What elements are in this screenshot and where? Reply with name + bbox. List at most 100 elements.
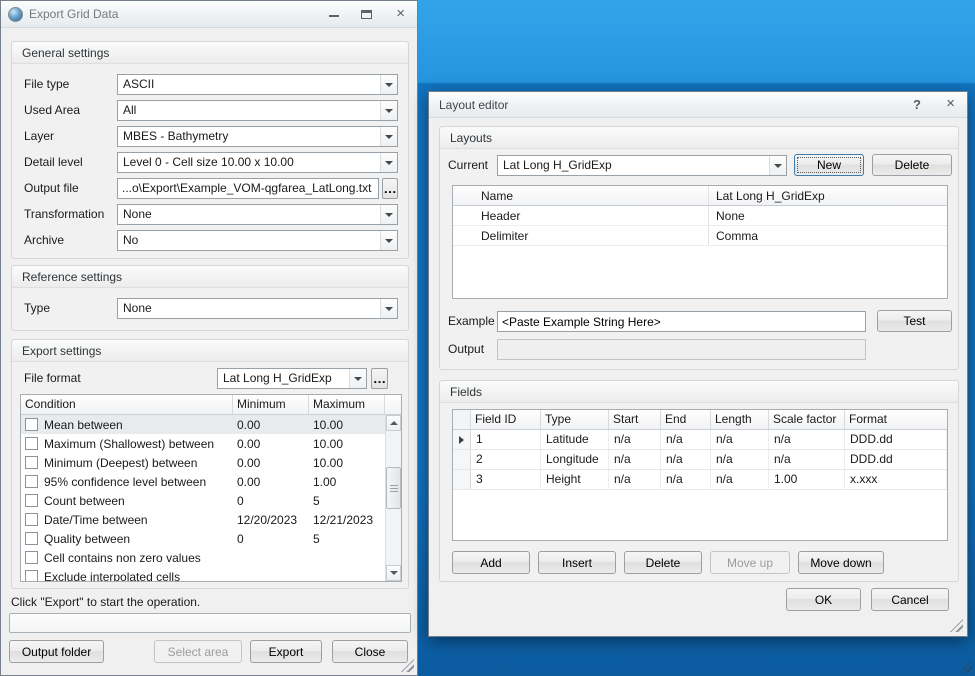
minimize-icon[interactable] xyxy=(329,15,339,17)
condition-min: 0.00 xyxy=(233,418,309,432)
archive-dropdown[interactable]: No xyxy=(117,230,398,251)
add-field-button[interactable]: Add xyxy=(452,551,530,574)
condition-max: 1.00 xyxy=(309,475,385,489)
checkbox[interactable] xyxy=(25,418,38,431)
condition-max: 10.00 xyxy=(309,456,385,470)
delete-field-button[interactable]: Delete xyxy=(624,551,702,574)
checkbox[interactable] xyxy=(25,513,38,526)
example-input[interactable] xyxy=(497,311,866,332)
condition-row-interpolated[interactable]: Exclude interpolated cells xyxy=(21,567,385,581)
chevron-down-icon xyxy=(380,205,397,224)
close-button-label: Close xyxy=(355,645,386,659)
row-selector-header xyxy=(453,410,471,429)
close-icon[interactable]: × xyxy=(946,95,955,112)
condition-row-confidence[interactable]: 95% confidence level between 0.00 1.00 xyxy=(21,472,385,491)
file-format-browse-button[interactable]: … xyxy=(371,368,388,389)
output-row: Output xyxy=(440,339,958,360)
field-row-longitude[interactable]: 2 Longitude n/a n/a n/a n/a DDD.dd xyxy=(453,450,947,470)
condition-row-mean[interactable]: Mean between 0.00 10.00 xyxy=(21,415,385,434)
property-value: None xyxy=(709,209,947,223)
delete-layout-button[interactable]: Delete xyxy=(872,154,952,176)
layout-editor-titlebar[interactable]: Layout editor ? × xyxy=(429,92,967,118)
output-file-field[interactable]: ...o\Export\Example_VOM-qgfarea_LatLong.… xyxy=(117,178,379,199)
close-icon[interactable]: × xyxy=(396,5,405,23)
insert-field-button[interactable]: Insert xyxy=(538,551,616,574)
layer-value: MBES - Bathymetry xyxy=(118,127,380,146)
start-cell: n/a xyxy=(609,470,661,489)
start-cell: n/a xyxy=(609,450,661,469)
reference-settings-group: Reference settings Type None xyxy=(11,265,409,331)
condition-max: 10.00 xyxy=(309,418,385,432)
cancel-button[interactable]: Cancel xyxy=(871,588,949,611)
type-cell: Latitude xyxy=(541,430,609,449)
transformation-dropdown[interactable]: None xyxy=(117,204,398,225)
property-row-header[interactable]: Header None xyxy=(453,206,947,226)
type-column-header: Type xyxy=(541,410,609,429)
progress-bar xyxy=(9,613,411,633)
end-column-header: End xyxy=(661,410,711,429)
end-cell: n/a xyxy=(661,430,711,449)
screen-resize-grip[interactable] xyxy=(959,660,972,673)
condition-row-nonzero[interactable]: Cell contains non zero values xyxy=(21,548,385,567)
condition-row-quality[interactable]: Quality between 0 5 xyxy=(21,529,385,548)
condition-row-min-deepest[interactable]: Minimum (Deepest) between 0.00 10.00 xyxy=(21,453,385,472)
reference-type-dropdown[interactable]: None xyxy=(117,298,398,319)
checkbox[interactable] xyxy=(25,456,38,469)
close-button[interactable]: Close xyxy=(332,640,408,663)
scrollbar-thumb[interactable] xyxy=(386,467,401,509)
new-layout-button[interactable]: New xyxy=(794,154,864,176)
export-settings-group: Export settings File format Lat Long H_G… xyxy=(11,339,409,589)
condition-label: Mean between xyxy=(44,418,123,432)
length-column-header: Length xyxy=(711,410,769,429)
checkbox[interactable] xyxy=(25,437,38,450)
output-file-row: Output file ...o\Export\Example_VOM-qgfa… xyxy=(12,178,408,199)
restore-icon[interactable] xyxy=(361,10,372,19)
checkbox[interactable] xyxy=(25,551,38,564)
used-area-value: All xyxy=(118,101,380,120)
archive-row: Archive No xyxy=(12,230,408,251)
general-settings-header: General settings xyxy=(12,42,408,64)
condition-row-datetime[interactable]: Date/Time between 12/20/2023 12/21/2023 xyxy=(21,510,385,529)
transformation-row: Transformation None xyxy=(12,204,408,225)
output-file-browse-button[interactable]: … xyxy=(382,178,398,199)
condition-min: 0 xyxy=(233,532,309,546)
file-type-label: File type xyxy=(24,74,69,95)
export-button[interactable]: Export xyxy=(250,640,322,663)
checkbox[interactable] xyxy=(25,494,38,507)
select-area-button-label: Select area xyxy=(168,645,229,659)
condition-min: 0.00 xyxy=(233,456,309,470)
chevron-down-icon xyxy=(380,231,397,250)
export-dialog-titlebar[interactable]: Export Grid Data × xyxy=(1,1,417,28)
row-selector-cell xyxy=(453,450,471,469)
checkbox[interactable] xyxy=(25,532,38,545)
current-layout-value: Lat Long H_GridExp xyxy=(498,156,769,175)
property-row-name[interactable]: Name Lat Long H_GridExp xyxy=(453,186,947,206)
conditions-scrollbar[interactable] xyxy=(385,415,401,581)
conditions-table-body: Mean between 0.00 10.00 Maximum (Shallow… xyxy=(21,415,385,581)
current-layout-dropdown[interactable]: Lat Long H_GridExp xyxy=(497,155,787,176)
property-row-delimiter[interactable]: Delimiter Comma xyxy=(453,226,947,246)
used-area-dropdown[interactable]: All xyxy=(117,100,398,121)
test-button[interactable]: Test xyxy=(877,310,952,332)
export-grid-data-dialog: Export Grid Data × General settings File… xyxy=(0,0,418,676)
move-down-button[interactable]: Move down xyxy=(798,551,884,574)
checkbox[interactable] xyxy=(25,570,38,581)
scroll-up-icon[interactable] xyxy=(386,415,401,431)
field-row-height[interactable]: 3 Height n/a n/a n/a 1.00 x.xxx xyxy=(453,470,947,490)
layouts-group-title: Layouts xyxy=(450,131,492,145)
condition-row-count[interactable]: Count between 0 5 xyxy=(21,491,385,510)
field-row-latitude[interactable]: 1 Latitude n/a n/a n/a n/a DDD.dd xyxy=(453,430,947,450)
checkbox[interactable] xyxy=(25,475,38,488)
help-icon[interactable]: ? xyxy=(913,97,921,112)
ok-button[interactable]: OK xyxy=(786,588,861,611)
export-hint-text: Click "Export" to start the operation. xyxy=(11,595,200,609)
condition-row-max-shallowest[interactable]: Maximum (Shallowest) between 0.00 10.00 xyxy=(21,434,385,453)
scroll-down-icon[interactable] xyxy=(386,565,401,581)
layer-dropdown[interactable]: MBES - Bathymetry xyxy=(117,126,398,147)
file-type-dropdown[interactable]: ASCII xyxy=(117,74,398,95)
file-format-dropdown[interactable]: Lat Long H_GridExp xyxy=(217,368,367,389)
output-folder-button[interactable]: Output folder xyxy=(9,640,104,663)
resize-grip[interactable] xyxy=(950,619,963,632)
detail-level-dropdown[interactable]: Level 0 - Cell size 10.00 x 10.00 xyxy=(117,152,398,173)
layer-label: Layer xyxy=(24,126,54,147)
